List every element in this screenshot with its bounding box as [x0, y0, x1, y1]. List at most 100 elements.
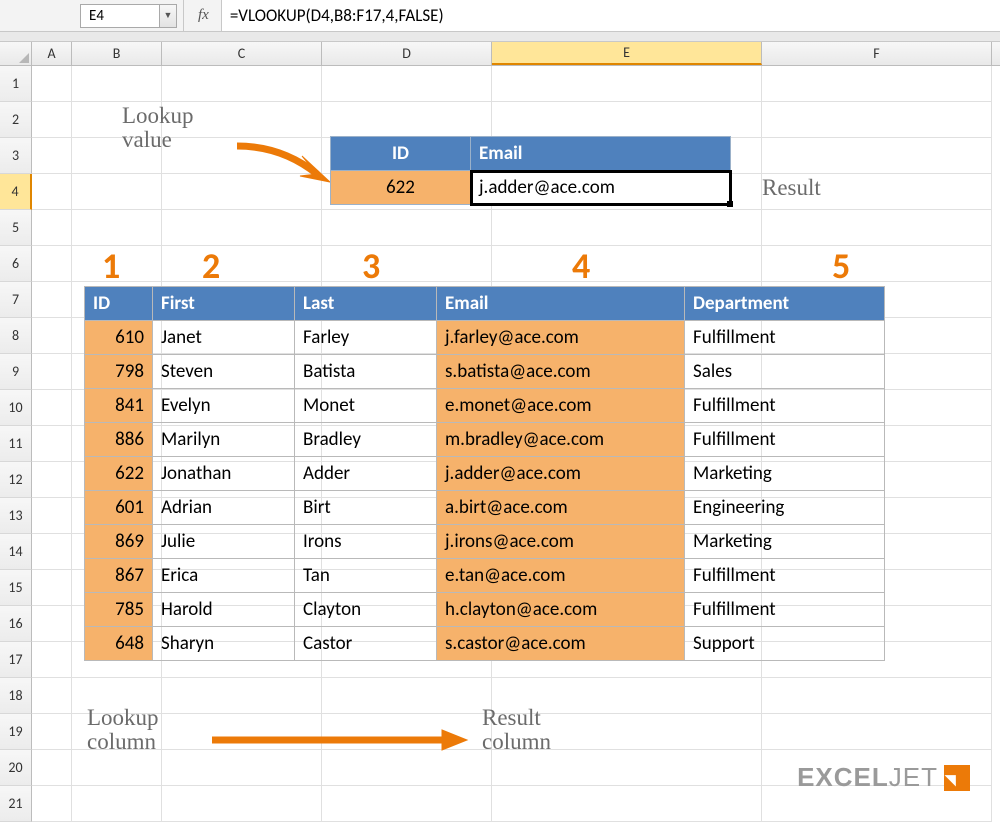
cell[interactable] [162, 210, 322, 246]
data-cell-id[interactable]: 601 [85, 491, 153, 525]
data-cell-dept[interactable]: Marketing [685, 457, 885, 491]
data-cell-email[interactable]: j.irons@ace.com [437, 525, 685, 559]
data-cell-last[interactable]: Adder [295, 457, 437, 491]
row-header[interactable]: 21 [0, 786, 32, 822]
data-cell-id[interactable]: 869 [85, 525, 153, 559]
cell[interactable] [492, 246, 762, 282]
cell[interactable] [322, 210, 492, 246]
row-header[interactable]: 1 [0, 66, 32, 102]
data-cell-dept[interactable]: Engineering [685, 491, 885, 525]
row-header[interactable]: 5 [0, 210, 32, 246]
cell[interactable] [762, 138, 992, 174]
data-cell-email[interactable]: s.castor@ace.com [437, 627, 685, 661]
col-header-C[interactable]: C [162, 42, 322, 65]
row-header[interactable]: 6 [0, 246, 32, 282]
data-cell-dept[interactable]: Marketing [685, 525, 885, 559]
cell[interactable] [32, 318, 72, 354]
data-cell-last[interactable]: Tan [295, 559, 437, 593]
row-header[interactable]: 14 [0, 534, 32, 570]
row-header[interactable]: 15 [0, 570, 32, 606]
data-cell-email[interactable]: e.monet@ace.com [437, 389, 685, 423]
cell[interactable] [32, 534, 72, 570]
data-cell-id[interactable]: 886 [85, 423, 153, 457]
cell[interactable] [32, 606, 72, 642]
data-cell-email[interactable]: j.adder@ace.com [437, 457, 685, 491]
cell[interactable] [72, 750, 162, 786]
data-cell-first[interactable]: Harold [153, 593, 295, 627]
data-cell-email[interactable]: m.bradley@ace.com [437, 423, 685, 457]
cell[interactable] [492, 66, 762, 102]
data-cell-first[interactable]: Erica [153, 559, 295, 593]
cell[interactable] [32, 102, 72, 138]
data-cell-id[interactable]: 841 [85, 389, 153, 423]
spreadsheet-grid[interactable]: A B C D E F 1234567891011121314151617181… [0, 42, 1000, 833]
row-header[interactable]: 17 [0, 642, 32, 678]
data-cell-dept[interactable]: Fulfillment [685, 321, 885, 355]
col-header-E[interactable]: E [492, 42, 762, 65]
cell[interactable] [162, 678, 322, 714]
cell[interactable] [762, 246, 992, 282]
row-header[interactable]: 7 [0, 282, 32, 318]
data-cell-dept[interactable]: Fulfillment [685, 389, 885, 423]
data-cell-first[interactable]: Adrian [153, 491, 295, 525]
cell[interactable] [762, 66, 992, 102]
select-all-corner[interactable] [0, 42, 32, 65]
data-cell-dept[interactable]: Fulfillment [685, 593, 885, 627]
cell[interactable] [32, 390, 72, 426]
data-cell-id[interactable]: 622 [85, 457, 153, 491]
row-header[interactable]: 8 [0, 318, 32, 354]
cell[interactable] [32, 462, 72, 498]
cell[interactable] [322, 750, 492, 786]
cell[interactable] [32, 66, 72, 102]
data-cell-email[interactable]: j.farley@ace.com [437, 321, 685, 355]
data-cell-email[interactable]: h.clayton@ace.com [437, 593, 685, 627]
data-cell-first[interactable]: Marilyn [153, 423, 295, 457]
data-cell-first[interactable]: Evelyn [153, 389, 295, 423]
cell[interactable] [492, 210, 762, 246]
cell[interactable] [72, 174, 162, 210]
cell[interactable] [162, 66, 322, 102]
data-cell-email[interactable]: s.batista@ace.com [437, 355, 685, 389]
data-cell-first[interactable]: Jonathan [153, 457, 295, 491]
mini-cell-email[interactable]: j.adder@ace.com [471, 171, 731, 205]
cell[interactable] [162, 786, 322, 822]
cell[interactable] [762, 678, 992, 714]
mini-cell-id[interactable]: 622 [331, 171, 471, 205]
formula-bar[interactable] [222, 0, 1000, 31]
cell[interactable] [322, 678, 492, 714]
cell[interactable] [762, 102, 992, 138]
row-header[interactable]: 9 [0, 354, 32, 390]
row-header[interactable]: 13 [0, 498, 32, 534]
cell[interactable] [72, 786, 162, 822]
cell[interactable] [322, 786, 492, 822]
cell[interactable] [32, 714, 72, 750]
cell[interactable] [322, 66, 492, 102]
cell[interactable] [32, 570, 72, 606]
data-cell-last[interactable]: Castor [295, 627, 437, 661]
row-header[interactable]: 10 [0, 390, 32, 426]
data-cell-last[interactable]: Bradley [295, 423, 437, 457]
data-cell-dept[interactable]: Sales [685, 355, 885, 389]
cell[interactable] [762, 714, 992, 750]
cell[interactable] [492, 786, 762, 822]
cell[interactable] [32, 498, 72, 534]
cell[interactable] [322, 246, 492, 282]
cell[interactable] [32, 642, 72, 678]
name-box-dropdown-icon[interactable]: ▼ [159, 4, 177, 28]
cell[interactable] [32, 678, 72, 714]
data-cell-last[interactable]: Farley [295, 321, 437, 355]
cell[interactable] [32, 174, 72, 210]
data-cell-last[interactable]: Clayton [295, 593, 437, 627]
data-cell-id[interactable]: 798 [85, 355, 153, 389]
row-header[interactable]: 19 [0, 714, 32, 750]
col-header-B[interactable]: B [72, 42, 162, 65]
data-cell-dept[interactable]: Fulfillment [685, 423, 885, 457]
col-header-A[interactable]: A [32, 42, 72, 65]
cell[interactable] [32, 750, 72, 786]
data-cell-dept[interactable]: Support [685, 627, 885, 661]
data-cell-first[interactable]: Sharyn [153, 627, 295, 661]
data-cell-first[interactable]: Janet [153, 321, 295, 355]
cell[interactable] [322, 102, 492, 138]
data-cell-last[interactable]: Birt [295, 491, 437, 525]
cell[interactable] [32, 246, 72, 282]
